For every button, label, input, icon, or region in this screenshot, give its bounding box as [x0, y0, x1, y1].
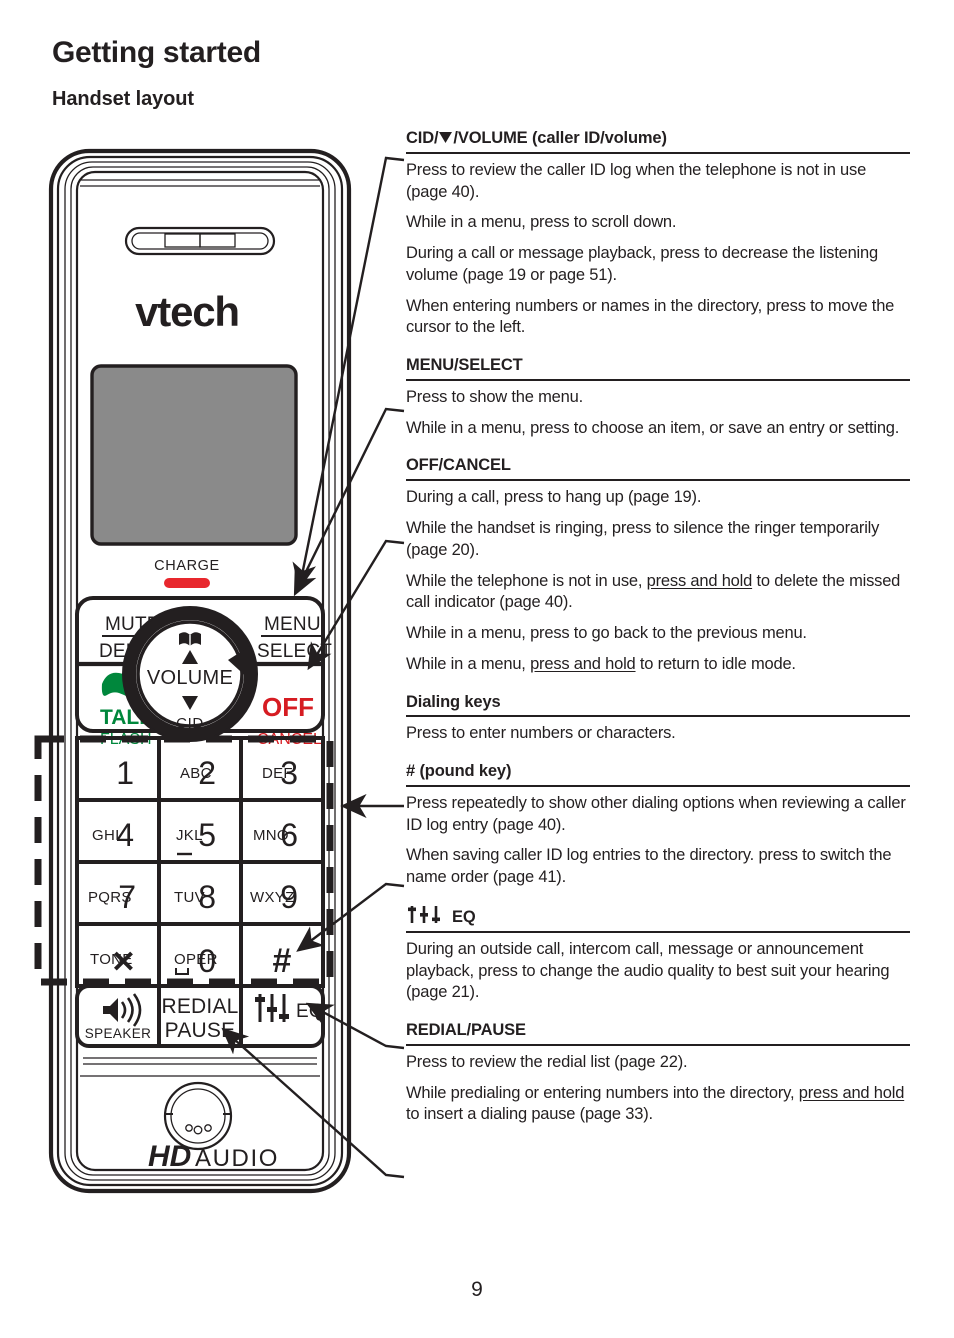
- divider: [406, 784, 910, 787]
- lcd-screen: [90, 364, 298, 546]
- page-number: 9: [471, 1278, 483, 1301]
- desc-block-off-cancel: OFF/CANCEL During a call, press to hang …: [406, 455, 910, 675]
- desc-paragraph: Press to review the caller ID log when t…: [406, 160, 867, 201]
- desc-paragraph: Press to show the menu.: [406, 387, 583, 406]
- desc-heading-eq: EQ: [406, 905, 910, 930]
- desc-paragraph: While in a menu, press to go back to the…: [406, 624, 807, 643]
- key-2: 2: [198, 755, 216, 791]
- charge-label: CHARGE: [154, 558, 220, 574]
- desc-block-pound-key: # (pound key) Press repeatedly to show o…: [406, 761, 910, 889]
- key-redial-pause: REDIAL PAUSE: [161, 995, 238, 1042]
- key-5: 5: [198, 817, 216, 853]
- desc-paragraph: During an outside call, intercom call, m…: [406, 939, 890, 1002]
- desc-paragraph: Press to review the redial list (page 22…: [406, 1052, 688, 1071]
- key-8: 8: [198, 879, 216, 915]
- svg-text:MENU: MENU: [264, 614, 321, 635]
- svg-text:EQ: EQ: [296, 1001, 324, 1022]
- desc-heading-cid-volume: CID/ /VOLUME (caller ID/volume): [406, 128, 910, 151]
- divider: [406, 1043, 910, 1046]
- emphasis-press-and-hold: press and hold: [798, 1083, 905, 1102]
- charge-led: [164, 578, 210, 588]
- svg-text:AUDIO: AUDIO: [195, 1145, 279, 1172]
- page-title: Getting started: [52, 36, 261, 69]
- desc-paragraph: While the handset is ringing, press to s…: [406, 519, 880, 559]
- desc-heading-dialing-keys: Dialing keys: [406, 692, 501, 711]
- key-6: 6: [280, 817, 298, 853]
- svg-text:PAUSE: PAUSE: [165, 1019, 236, 1042]
- divider: [406, 151, 910, 154]
- svg-text:SELECT: SELECT: [257, 641, 332, 662]
- key-pound: #: [273, 942, 292, 980]
- svg-text:REDIAL: REDIAL: [161, 995, 238, 1018]
- desc-paragraph: Press repeatedly to show other dialing o…: [406, 793, 906, 834]
- divider: [406, 479, 910, 482]
- svg-text:CID: CID: [176, 715, 204, 732]
- text-pre: While predialing or entering numbers int…: [406, 1083, 799, 1102]
- key-star: ✕: [111, 946, 136, 979]
- divider: [406, 930, 910, 933]
- desc-paragraph: Press to enter numbers or characters.: [406, 724, 676, 743]
- equalizer-icon: [255, 994, 289, 1022]
- desc-heading-pound-key: # (pound key): [406, 762, 512, 781]
- emphasis-press-and-hold: press and hold: [530, 654, 636, 673]
- key-9: 9: [280, 879, 298, 915]
- desc-paragraph: During a call, press to hang up (page 19…: [406, 488, 702, 507]
- down-triangle-icon: [439, 132, 453, 143]
- equalizer-icon: [408, 905, 440, 923]
- divider: [406, 715, 910, 718]
- emphasis-press-and-hold: press and hold: [646, 571, 753, 590]
- desc-block-dialing-keys: Dialing keys Press to enter numbers or c…: [406, 692, 910, 746]
- desc-paragraph: While in a menu, press to choose an item…: [406, 418, 900, 437]
- key-4: 4: [116, 817, 134, 853]
- key-7: 7: [118, 879, 136, 915]
- brand-logo: vtech: [135, 288, 239, 335]
- text-pre: While the telephone is not in use,: [406, 571, 647, 590]
- heading-label: EQ: [452, 907, 476, 926]
- desc-paragraph: While predialing or entering numbers int…: [406, 1083, 910, 1127]
- heading-prefix: CID/: [406, 129, 439, 147]
- desc-heading-off-cancel: OFF/CANCEL: [406, 456, 511, 475]
- desc-paragraph: When entering numbers or names in the di…: [406, 296, 895, 337]
- descriptions-column: CID/ /VOLUME (caller ID/volume) Press to …: [406, 128, 910, 1126]
- desc-paragraph: While in a menu, press to scroll down.: [406, 213, 677, 232]
- navigation-key: VOLUME CID: [122, 606, 258, 742]
- desc-heading-redial-pause: REDIAL/PAUSE: [406, 1021, 526, 1040]
- section-heading: Handset layout: [52, 88, 194, 110]
- key-3: 3: [280, 755, 298, 791]
- desc-paragraph: During a call or message playback, press…: [406, 244, 878, 284]
- hd-audio-logo: HD AUDIO: [148, 1140, 279, 1173]
- desc-block-menu-select: MENU/SELECT Press to show the menu. Whil…: [406, 355, 910, 439]
- desc-block-eq: EQ During an outside call, intercom call…: [406, 905, 910, 1004]
- heading-suffix: /VOLUME (caller ID/volume): [453, 129, 667, 147]
- text-pre: While in a menu,: [406, 654, 531, 673]
- svg-text:OFF: OFF: [262, 692, 314, 722]
- key-0: 0: [198, 943, 216, 979]
- text-post: to return to idle mode.: [635, 654, 796, 673]
- desc-paragraph: While the telephone is not in use, press…: [406, 571, 910, 615]
- svg-text:HD: HD: [148, 1140, 191, 1173]
- desc-heading-menu-select: MENU/SELECT: [406, 356, 523, 375]
- desc-block-cid-volume: CID/ /VOLUME (caller ID/volume) Press to …: [406, 128, 910, 339]
- desc-block-redial-pause: REDIAL/PAUSE Press to review the redial …: [406, 1020, 910, 1126]
- desc-paragraph: While in a menu, press and hold to retur…: [406, 654, 910, 676]
- handset-illustration: .ol { fill:none; stroke:#231f20; } .thk …: [40, 146, 370, 1206]
- text-post: to insert a dialing pause (page 33).: [406, 1105, 653, 1124]
- svg-text:SPEAKER: SPEAKER: [85, 1026, 152, 1041]
- divider: [406, 378, 910, 381]
- key-1: 1: [116, 755, 134, 791]
- svg-text:VOLUME: VOLUME: [147, 667, 233, 689]
- desc-paragraph: When saving caller ID log entries to the…: [406, 846, 892, 887]
